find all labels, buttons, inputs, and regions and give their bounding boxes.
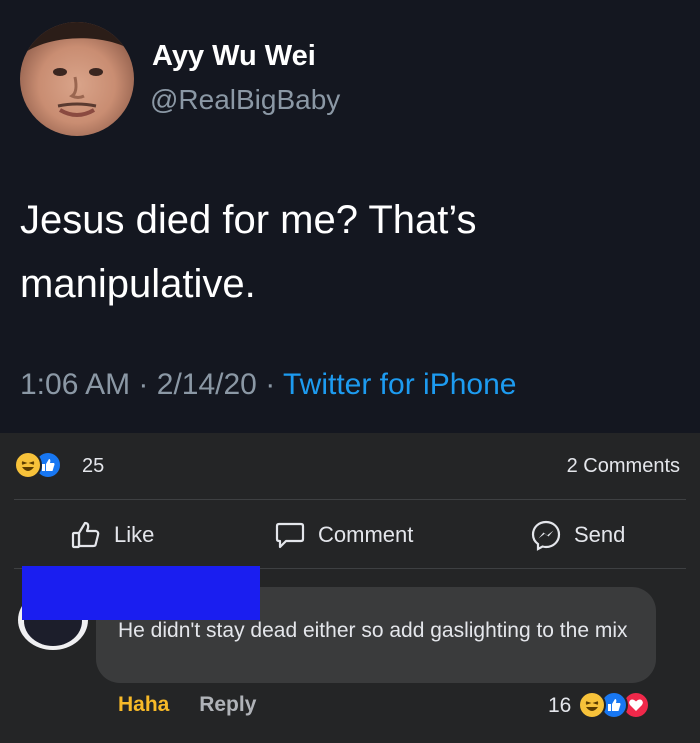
send-label: Send bbox=[574, 522, 626, 547]
comment-bubble-icon bbox=[275, 522, 305, 549]
comment-text: He didn't stay dead either so add gaslig… bbox=[118, 619, 628, 642]
author-handle[interactable]: @RealBigBaby bbox=[150, 84, 340, 116]
tweet-time: 1:06 AM bbox=[20, 368, 131, 401]
comment-reaction-count: 16 bbox=[548, 694, 572, 717]
comments-count-link[interactable]: 2 Comments bbox=[567, 455, 680, 478]
comment-reply-button[interactable]: Reply bbox=[199, 693, 256, 716]
like-button[interactable]: Like bbox=[70, 515, 154, 555]
face-illustration bbox=[20, 22, 134, 117]
tweet-text: Jesus died for me? That’s manipulative. bbox=[20, 198, 477, 306]
meta-separator: · bbox=[265, 368, 276, 401]
meta-separator: · bbox=[138, 368, 149, 401]
redacted-commenter-name bbox=[22, 566, 260, 620]
reaction-count: 25 bbox=[82, 455, 105, 477]
tweet-meta: 1:06 AM · 2/14/20 · Twitter for iPhone bbox=[20, 368, 516, 402]
author-name[interactable]: Ayy Wu Wei bbox=[152, 40, 316, 73]
comment-actions: Haha Reply bbox=[118, 693, 256, 717]
tweet-source-link[interactable]: Twitter for iPhone bbox=[283, 368, 516, 401]
like-label: Like bbox=[114, 522, 155, 547]
messenger-icon bbox=[531, 520, 561, 551]
comment-haha-reaction[interactable]: Haha bbox=[118, 693, 169, 716]
tweet-card: Ayy Wu Wei @RealBigBaby Jesus died for m… bbox=[0, 0, 700, 433]
comment-button[interactable]: Comment bbox=[274, 515, 413, 555]
thumbs-up-icon bbox=[71, 521, 100, 549]
tweet-date: 2/14/20 bbox=[156, 368, 257, 401]
author-avatar[interactable] bbox=[20, 22, 134, 136]
divider bbox=[14, 499, 686, 500]
comment-label: Comment bbox=[318, 522, 414, 547]
send-button[interactable]: Send bbox=[530, 515, 625, 555]
haha-icon bbox=[578, 691, 606, 719]
haha-icon bbox=[14, 451, 42, 479]
